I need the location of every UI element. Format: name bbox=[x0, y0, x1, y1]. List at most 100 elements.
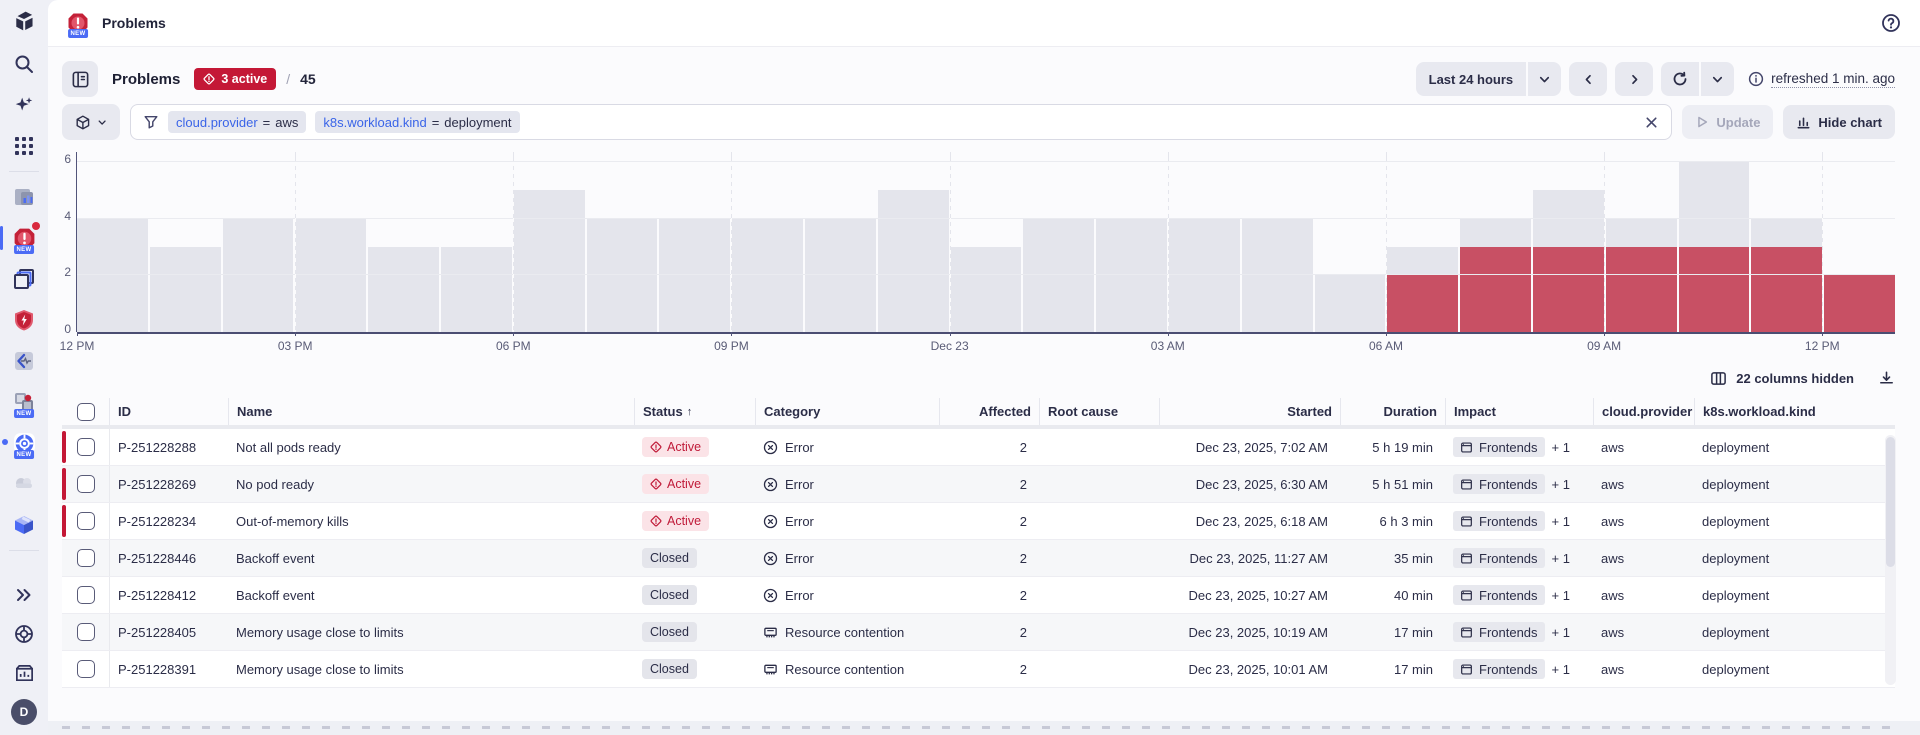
column-header-impact[interactable]: Impact bbox=[1445, 398, 1593, 425]
row-checkbox-cell bbox=[62, 577, 110, 613]
frontend-window-icon bbox=[1461, 589, 1472, 601]
whats-new-icon[interactable] bbox=[11, 660, 37, 686]
row-checkbox[interactable] bbox=[76, 549, 95, 567]
help-icon[interactable] bbox=[1880, 12, 1902, 34]
sidebar-item-kubernetes[interactable] bbox=[11, 266, 37, 292]
status-badge: Closed bbox=[642, 659, 697, 679]
row-checkbox[interactable] bbox=[76, 623, 95, 641]
row-checkbox[interactable] bbox=[76, 438, 95, 456]
column-header-k8s-workload-kind[interactable]: k8s.workload.kind bbox=[1694, 398, 1895, 425]
closed-bar-segment bbox=[877, 190, 949, 332]
sidebar-item-clouds[interactable] bbox=[11, 471, 37, 497]
column-header-name[interactable]: Name bbox=[228, 398, 634, 425]
notification-dot bbox=[32, 222, 40, 230]
time-range-button[interactable]: Last 24 hours bbox=[1415, 62, 1527, 96]
sidebar-item-problems[interactable]: NEW bbox=[0, 222, 40, 254]
impact-badge[interactable]: Frontends bbox=[1453, 437, 1545, 457]
scope-selector-button[interactable] bbox=[62, 104, 120, 140]
column-header-affected[interactable]: Affected bbox=[939, 398, 1039, 425]
x-axis-tick-label: 03 AM bbox=[1150, 339, 1185, 353]
impact-more[interactable]: + 1 bbox=[1552, 662, 1570, 677]
column-header-id[interactable]: ID bbox=[110, 398, 228, 425]
row-checkbox[interactable] bbox=[76, 475, 95, 493]
column-header-status[interactable]: Status ↑ bbox=[634, 398, 755, 425]
closed-bar-segment bbox=[149, 247, 221, 332]
column-header-category[interactable]: Category bbox=[755, 398, 939, 425]
user-avatar[interactable]: D bbox=[11, 699, 37, 725]
sidebar-item-services[interactable]: NEW bbox=[2, 430, 37, 459]
status-badge: Active bbox=[642, 437, 710, 457]
sidebar-item-infrastructure[interactable]: NEW bbox=[11, 389, 37, 418]
impact-more[interactable]: + 1 bbox=[1552, 551, 1570, 566]
active-bar-segment bbox=[1460, 247, 1531, 332]
table-row[interactable]: P-251228269 No pod ready Active Error 2 Dec 2… bbox=[62, 466, 1895, 503]
impact-more[interactable]: + 1 bbox=[1552, 440, 1570, 455]
table-row[interactable]: P-251228412 Backoff event Closed Error 2 Dec … bbox=[62, 577, 1895, 614]
sidebar-item-dashboards[interactable] bbox=[11, 184, 37, 210]
impact-badge[interactable]: Frontends bbox=[1453, 659, 1545, 679]
column-header-root-cause[interactable]: Root cause bbox=[1039, 398, 1159, 425]
filter-chip[interactable]: k8s.workload.kind = deployment bbox=[315, 111, 520, 133]
sidebar-item-security[interactable] bbox=[11, 307, 37, 333]
gridline bbox=[77, 161, 1895, 162]
sidebar-item-tracing[interactable] bbox=[11, 348, 37, 374]
expand-sidebar-icon[interactable] bbox=[11, 582, 37, 608]
row-checkbox[interactable] bbox=[76, 512, 95, 530]
clear-filter-icon[interactable] bbox=[1644, 115, 1659, 130]
chart-plot[interactable]: 0 2 4 6 12 PM 03 PM 06 PM 09 PM Dec 23 03 AM 06 AM… bbox=[60, 152, 1895, 353]
table-row[interactable]: P-251228288 Not all pods ready Active Error… bbox=[62, 429, 1895, 466]
app-launcher-icon[interactable] bbox=[11, 133, 37, 159]
vertical-scrollbar[interactable] bbox=[1885, 435, 1896, 685]
refresh-button[interactable] bbox=[1661, 62, 1700, 96]
panel-layout-button[interactable] bbox=[62, 61, 98, 97]
impact-more[interactable]: + 1 bbox=[1552, 625, 1570, 640]
time-range-chevron-button[interactable] bbox=[1528, 62, 1562, 96]
chart-bar bbox=[1023, 162, 1095, 332]
search-icon[interactable] bbox=[11, 51, 37, 77]
refreshed-ago-label[interactable]: refreshed 1 min. ago bbox=[1771, 71, 1895, 88]
previous-timeframe-button[interactable] bbox=[1569, 62, 1608, 96]
scrollbar-thumb[interactable] bbox=[1886, 437, 1895, 567]
refresh-options-chevron-button[interactable] bbox=[1701, 62, 1735, 96]
row-checkbox[interactable] bbox=[76, 586, 95, 604]
error-category-icon bbox=[763, 477, 778, 491]
filter-chip[interactable]: cloud.provider = aws bbox=[168, 111, 307, 133]
sidebar-item-deployments[interactable] bbox=[11, 512, 37, 538]
support-icon[interactable] bbox=[11, 621, 37, 647]
cell-started: Dec 23, 2025, 7:02 AM bbox=[1195, 439, 1328, 455]
update-button[interactable]: Update bbox=[1682, 105, 1774, 139]
chart-bar bbox=[440, 162, 512, 332]
cell-started: Dec 23, 2025, 10:01 AM bbox=[1188, 661, 1328, 677]
impact-badge[interactable]: Frontends bbox=[1453, 548, 1545, 568]
impact-more[interactable]: + 1 bbox=[1552, 588, 1570, 603]
column-header-started[interactable]: Started bbox=[1159, 398, 1340, 425]
table-row[interactable]: P-251228405 Memory usage close to limits C… bbox=[62, 614, 1895, 651]
columns-hidden-button[interactable]: 22 columns hidden bbox=[1710, 370, 1854, 387]
impact-badge[interactable]: Frontends bbox=[1453, 622, 1545, 642]
dynatrace-logo-icon[interactable] bbox=[11, 8, 37, 34]
filter-input[interactable]: cloud.provider = aws k8s.workload.kind =… bbox=[130, 104, 1673, 140]
impact-badge[interactable]: Frontends bbox=[1453, 511, 1545, 531]
impact-more[interactable]: + 1 bbox=[1552, 514, 1570, 529]
hide-chart-button[interactable]: Hide chart bbox=[1783, 105, 1895, 139]
impact-badge[interactable]: Frontends bbox=[1453, 585, 1545, 605]
select-all-checkbox[interactable] bbox=[76, 402, 95, 421]
impact-badge[interactable]: Frontends bbox=[1453, 474, 1545, 494]
column-header-cloud-provider[interactable]: cloud.provider bbox=[1593, 398, 1694, 425]
table-row[interactable]: P-251228391 Memory usage close to limits C… bbox=[62, 651, 1895, 688]
impact-more[interactable]: + 1 bbox=[1552, 477, 1570, 492]
download-icon[interactable] bbox=[1878, 370, 1895, 387]
closed-bar-segment bbox=[1678, 162, 1750, 247]
next-timeframe-button[interactable] bbox=[1615, 62, 1654, 96]
cell-cloud-provider: aws bbox=[1601, 624, 1625, 640]
cell-affected: 2 bbox=[1019, 550, 1027, 566]
table-row[interactable]: P-251228446 Backoff event Closed Error 2 Dec … bbox=[62, 540, 1895, 577]
table-row[interactable]: P-251228234 Out-of-memory kills Active Erro… bbox=[62, 503, 1895, 540]
cell-duration: 6 h 3 min bbox=[1379, 513, 1433, 529]
ai-assistant-icon[interactable] bbox=[11, 92, 37, 118]
chart-bars bbox=[77, 162, 1895, 332]
row-checkbox[interactable] bbox=[76, 660, 95, 678]
active-count-badge[interactable]: 3 active bbox=[194, 68, 277, 90]
avatar-initial: D bbox=[11, 699, 37, 725]
column-header-duration[interactable]: Duration bbox=[1340, 398, 1445, 425]
